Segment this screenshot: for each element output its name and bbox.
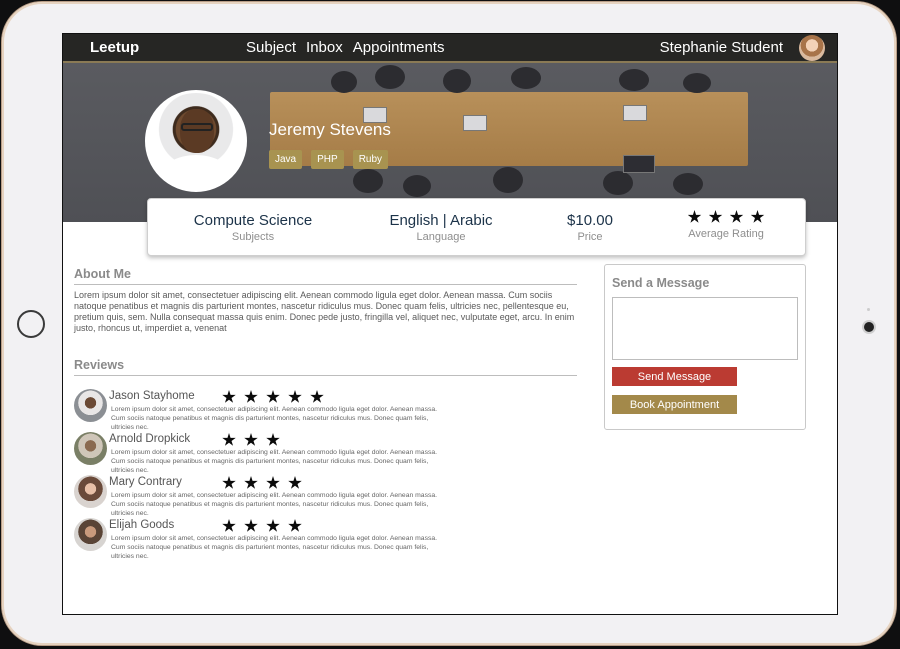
- background-laptop: [623, 105, 647, 121]
- star-icon: [266, 519, 280, 532]
- rating-label: Average Rating: [688, 228, 764, 240]
- book-appointment-button[interactable]: Book Appointment: [612, 395, 737, 414]
- star-icon: [244, 390, 258, 403]
- stat-price: $10.00 Price: [540, 199, 640, 243]
- review-text: Lorem ipsum dolor sit amet, consectetuer…: [111, 449, 438, 474]
- reviewer-name[interactable]: Arnold Dropkick: [109, 433, 190, 445]
- skill-tag[interactable]: Java: [269, 150, 303, 169]
- review-item: Mary Contrary Lorem ipsum dolor sit amet,…: [74, 475, 584, 517]
- background-person: [403, 175, 431, 197]
- review-rating-stars: [222, 433, 280, 447]
- price-value: $10.00: [567, 212, 613, 229]
- reviewer-avatar-icon[interactable]: [74, 475, 107, 508]
- star-icon: [266, 390, 280, 403]
- review-text: Lorem ipsum dolor sit amet, consectetuer…: [111, 406, 438, 431]
- review-item: Arnold Dropkick Lorem ipsum dolor sit ame…: [74, 432, 584, 474]
- price-label: Price: [577, 231, 603, 243]
- brand-logo[interactable]: Leetup: [90, 39, 139, 56]
- star-icon: [244, 476, 258, 489]
- background-laptop: [463, 115, 487, 131]
- review-text: Lorem ipsum dolor sit amet, consectetuer…: [111, 492, 438, 517]
- stat-language: English | Arabic Language: [366, 199, 516, 243]
- star-icon: [244, 433, 258, 446]
- reviewer-name[interactable]: Jason Stayhome: [109, 390, 195, 402]
- reviewer-name[interactable]: Elijah Goods: [109, 519, 174, 531]
- about-divider: [74, 284, 577, 285]
- home-button: [17, 310, 45, 338]
- reviews-divider: [74, 375, 577, 376]
- background-person: [493, 167, 523, 193]
- star-icon: [288, 519, 302, 532]
- nav-link-subject[interactable]: Subject: [246, 39, 296, 56]
- reviews-title: Reviews: [74, 358, 125, 372]
- review-item: Jason Stayhome Lorem ipsum dolor sit amet…: [74, 389, 584, 431]
- nav-links: Subject Inbox Appointments: [246, 39, 444, 56]
- star-icon: [687, 210, 702, 223]
- review-text: Lorem ipsum dolor sit amet, consectetuer…: [111, 535, 438, 560]
- camera-icon: [864, 322, 874, 332]
- background-person: [673, 173, 703, 195]
- user-avatar-icon[interactable]: [799, 35, 825, 61]
- reviewer-avatar-icon[interactable]: [74, 389, 107, 422]
- message-input[interactable]: [612, 297, 798, 360]
- current-user-name[interactable]: Stephanie Student: [660, 39, 783, 56]
- profile-stats-card: Compute Science Subjects English | Arabi…: [147, 198, 806, 256]
- star-icon: [244, 519, 258, 532]
- profile-name: Jeremy Stevens: [269, 120, 391, 139]
- review-rating-stars: [222, 476, 302, 490]
- stat-rating: Average Rating: [666, 199, 786, 240]
- star-icon: [288, 390, 302, 403]
- subject-value: Compute Science: [193, 212, 313, 229]
- star-icon: [708, 210, 723, 223]
- send-message-panel: Send a Message Send Message Book Appoint…: [604, 264, 806, 430]
- nav-link-appointments[interactable]: Appointments: [353, 39, 445, 56]
- star-icon: [222, 519, 236, 532]
- star-icon: [288, 476, 302, 489]
- background-person: [511, 67, 541, 89]
- star-icon: [310, 390, 324, 403]
- top-navbar: Leetup Subject Inbox Appointments Stepha…: [63, 34, 837, 63]
- star-icon: [222, 433, 236, 446]
- star-icon: [750, 210, 765, 223]
- background-laptop: [623, 155, 655, 173]
- subject-label: Subjects: [231, 231, 275, 243]
- star-icon: [222, 390, 236, 403]
- background-person: [443, 69, 471, 93]
- background-person: [353, 169, 383, 193]
- review-item: Elijah Goods Lorem ipsum dolor sit amet, …: [74, 518, 584, 560]
- background-person: [331, 71, 357, 93]
- star-icon: [729, 210, 744, 223]
- profile-photo: [145, 90, 247, 192]
- reviewer-avatar-icon[interactable]: [74, 518, 107, 551]
- skill-tag[interactable]: PHP: [311, 150, 344, 169]
- background-person: [603, 171, 633, 195]
- star-icon: [222, 476, 236, 489]
- send-message-button[interactable]: Send Message: [612, 367, 737, 386]
- background-person: [375, 65, 405, 89]
- skill-tag[interactable]: Ruby: [352, 150, 389, 169]
- about-title: About Me: [74, 267, 131, 281]
- reviewer-name[interactable]: Mary Contrary: [109, 476, 182, 488]
- stat-subject: Compute Science Subjects: [178, 199, 328, 243]
- background-person: [619, 69, 649, 91]
- average-rating-stars: [666, 210, 786, 224]
- review-rating-stars: [222, 519, 302, 533]
- background-person: [683, 73, 711, 93]
- light-sensor: [867, 308, 870, 311]
- skill-tags: Java PHP Ruby: [269, 150, 389, 169]
- about-text: Lorem ipsum dolor sit amet, consectetuer…: [74, 290, 575, 333]
- nav-link-inbox[interactable]: Inbox: [306, 39, 343, 56]
- language-label: Language: [416, 231, 466, 243]
- app-screen: Leetup Subject Inbox Appointments Stepha…: [62, 33, 838, 615]
- reviewer-avatar-icon[interactable]: [74, 432, 107, 465]
- star-icon: [266, 476, 280, 489]
- send-message-title: Send a Message: [612, 276, 710, 290]
- star-icon: [266, 433, 280, 446]
- language-value: English | Arabic: [389, 212, 493, 229]
- review-rating-stars: [222, 390, 324, 404]
